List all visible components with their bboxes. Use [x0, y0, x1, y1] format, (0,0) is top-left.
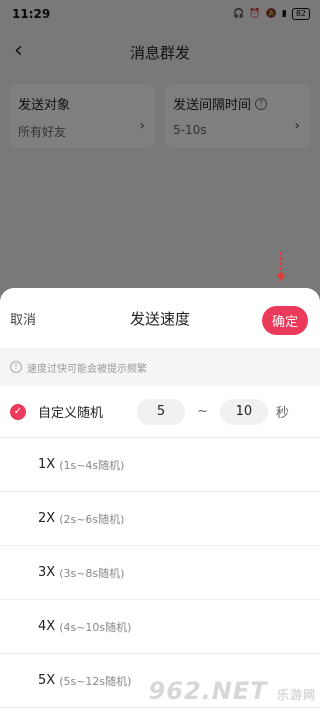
option-range: (2s~6s随机) [59, 512, 125, 526]
speed-tip: ! 速度过快可能会被提示频繁 [0, 348, 320, 386]
red-arrow-annotation [277, 252, 285, 282]
send-speed-sheet: 取消 发送速度 确定 ! 速度过快可能会被提示频繁 ✓ 自定义随机 5 ~ 10… [0, 288, 320, 711]
option-range: (4s~10s随机) [59, 620, 132, 634]
info-icon: ! [10, 361, 22, 373]
option-label: 5X [38, 673, 56, 688]
max-seconds-input[interactable]: 10 [219, 398, 268, 425]
option-label: 1X [38, 457, 56, 472]
option-label: 2X [38, 511, 56, 526]
custom-random-label: 自定义随机 [38, 406, 104, 421]
speed-option-4x[interactable]: 4X (4s~10s随机) [0, 600, 320, 654]
range-tilde: ~ [197, 404, 208, 419]
option-label: 3X [38, 565, 56, 580]
option-label: 4X [38, 619, 56, 634]
checkmark-icon: ✓ [10, 403, 26, 420]
option-range: (1s~4s随机) [59, 458, 125, 472]
option-range: (5s~12s随机) [59, 674, 132, 688]
confirm-button[interactable]: 确定 [261, 306, 308, 335]
watermark-brand: 962.NET [148, 677, 268, 705]
custom-random-option[interactable]: ✓ 自定义随机 5 ~ 10 秒 [0, 386, 320, 438]
watermark-sub: 乐游网 [276, 688, 316, 702]
tip-text: 速度过快可能会被提示频繁 [27, 363, 147, 375]
option-range: (3s~8s随机) [59, 566, 125, 580]
min-seconds-input[interactable]: 5 [137, 398, 186, 425]
speed-option-2x[interactable]: 2X (2s~6s随机) [0, 492, 320, 546]
cancel-button[interactable]: 取消 [10, 309, 36, 328]
watermark-logo: 962.NET 乐游网 [149, 677, 316, 705]
speed-option-3x[interactable]: 3X (3s~8s随机) [0, 546, 320, 600]
seconds-unit: 秒 [275, 406, 289, 421]
sheet-header: 取消 发送速度 确定 [0, 288, 320, 348]
speed-option-1x[interactable]: 1X (1s~4s随机) [0, 438, 320, 492]
